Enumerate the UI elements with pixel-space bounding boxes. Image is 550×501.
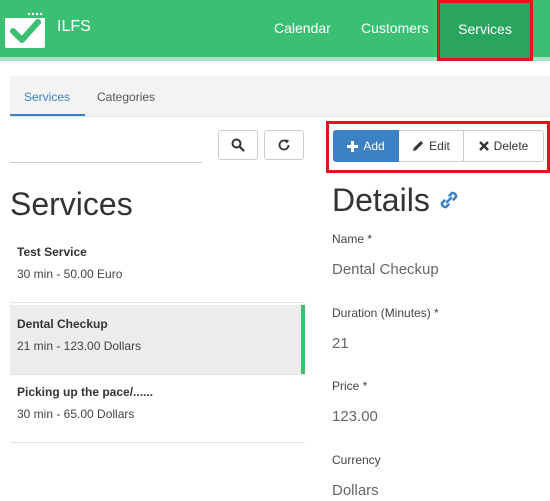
edit-button[interactable]: Edit bbox=[399, 130, 464, 162]
x-icon bbox=[478, 141, 489, 151]
tab-categories[interactable]: Categories bbox=[97, 90, 155, 104]
search-icon bbox=[231, 138, 245, 152]
service-meta: 30 min - 65.00 Dollars bbox=[17, 407, 135, 421]
service-item-picking-up-the-pace[interactable]: Picking up the pace/...... 30 min - 65.0… bbox=[10, 373, 305, 443]
field-label-name: Name * bbox=[332, 232, 373, 246]
tab-services[interactable]: Services bbox=[24, 90, 70, 104]
nav-customers[interactable]: Customers bbox=[361, 20, 429, 36]
pencil-icon bbox=[413, 141, 424, 151]
service-item-dental-checkup[interactable]: Dental Checkup 21 min - 123.00 Dollars bbox=[10, 305, 305, 375]
search-input[interactable] bbox=[10, 162, 202, 163]
link-icon[interactable] bbox=[437, 188, 461, 217]
plus-icon bbox=[347, 140, 359, 152]
currency-field[interactable]: Dollars bbox=[332, 482, 379, 499]
service-name: Picking up the pace/...... bbox=[17, 385, 154, 399]
duration-field[interactable]: 21 bbox=[332, 335, 349, 352]
name-field[interactable]: Dental Checkup bbox=[332, 261, 439, 278]
selected-indicator bbox=[301, 305, 305, 374]
delete-button-label: Delete bbox=[493, 139, 529, 153]
service-meta: 30 min - 50.00 Euro bbox=[17, 267, 123, 281]
details-heading: Details bbox=[332, 182, 430, 218]
service-item-test-service[interactable]: Test Service 30 min - 50.00 Euro bbox=[10, 233, 305, 303]
delete-button[interactable]: Delete bbox=[464, 130, 544, 162]
add-button[interactable]: Add bbox=[333, 130, 399, 162]
add-button-label: Add bbox=[363, 139, 385, 153]
tab-bar bbox=[10, 76, 550, 116]
nav-calendar[interactable]: Calendar bbox=[274, 20, 331, 36]
search-button[interactable] bbox=[218, 130, 258, 160]
service-name: Dental Checkup bbox=[17, 317, 108, 331]
field-label-currency: Currency bbox=[332, 453, 381, 467]
service-meta: 21 min - 123.00 Dollars bbox=[17, 339, 142, 353]
nav-services-label: Services bbox=[458, 21, 512, 37]
edit-button-label: Edit bbox=[429, 139, 450, 153]
field-label-duration: Duration (Minutes) * bbox=[332, 306, 439, 320]
services-heading: Services bbox=[10, 186, 133, 222]
price-field[interactable]: 123.00 bbox=[332, 408, 378, 425]
service-name: Test Service bbox=[17, 245, 87, 259]
brand-name[interactable]: ILFS bbox=[57, 18, 91, 36]
nav-services[interactable]: Services bbox=[437, 0, 533, 61]
logo-check-icon[interactable] bbox=[5, 10, 45, 48]
refresh-icon bbox=[278, 139, 290, 151]
refresh-button[interactable] bbox=[264, 130, 304, 160]
field-label-price: Price * bbox=[332, 379, 368, 393]
tab-divider bbox=[10, 116, 550, 117]
